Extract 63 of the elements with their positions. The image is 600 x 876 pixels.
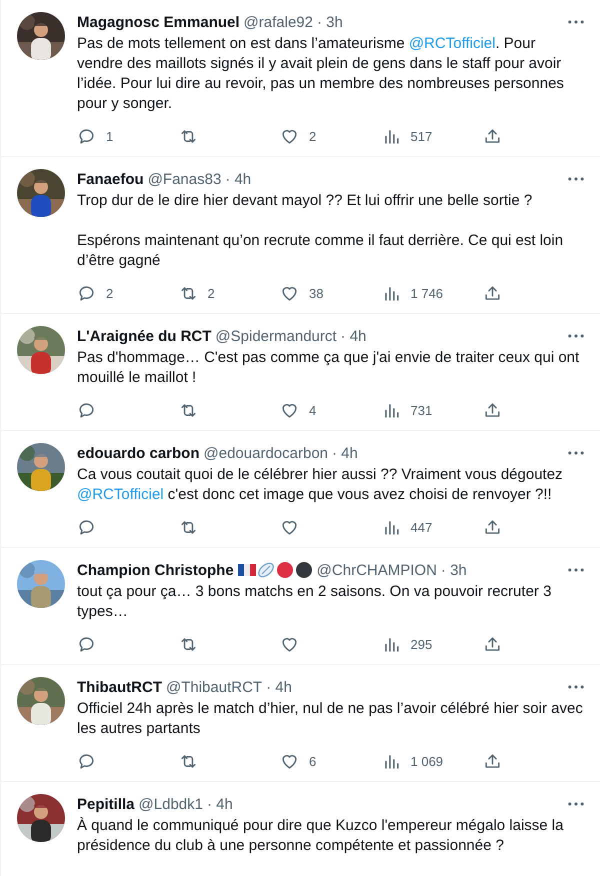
more-icon[interactable] <box>568 568 584 572</box>
timestamp[interactable]: · 3h <box>316 14 343 30</box>
share-icon[interactable] <box>483 752 502 770</box>
user-handle[interactable]: @Spidermandurct <box>215 328 337 344</box>
flag-icon <box>238 561 256 579</box>
author-name[interactable]: L'Araignée du RCT <box>77 328 212 344</box>
share-icon[interactable] <box>483 284 502 302</box>
tweet-text: tout ça pour ça… 3 bons matchs en 2 saisons. On va pouvoir recruter 3 types… <box>77 582 552 622</box>
share-icon[interactable] <box>483 518 502 536</box>
like-count: 4 <box>309 402 316 418</box>
reply-icon[interactable] <box>77 752 96 770</box>
more-icon[interactable] <box>568 334 584 338</box>
user-handle[interactable]: @edouardocarbon <box>204 444 328 462</box>
user-handle[interactable]: @rafale92 <box>244 14 313 30</box>
author-name[interactable]: Champion Christophe <box>77 562 234 578</box>
view-count: 295 <box>410 636 432 652</box>
share-icon[interactable] <box>483 126 502 146</box>
like-count: 2 <box>309 128 316 144</box>
share-icon[interactable] <box>483 400 502 420</box>
more-icon[interactable] <box>568 177 584 181</box>
timestamp[interactable]: · 4h <box>225 170 252 188</box>
more-icon[interactable] <box>568 20 584 24</box>
user-handle[interactable]: @Fanas83 <box>148 170 222 188</box>
reply-count: 2 <box>106 286 114 300</box>
reply-icon[interactable] <box>77 634 96 654</box>
share-icon[interactable] <box>483 634 502 654</box>
author-name[interactable]: ThibautRCT <box>77 678 162 696</box>
author-name[interactable]: edouardo carbon <box>77 444 200 462</box>
view-count: 447 <box>410 520 432 534</box>
timestamp[interactable]: · 4h <box>340 328 366 344</box>
tweet-text: Pas de mots tellement on est dans l’amateurisme @RCTofficiel. Pour vendre des maillots signés il y avait plein de gens dans le staff pour avoir l’idée. Pour lui dire au revoir, pas un membre des nombreuses personnes pour y songer. <box>77 34 565 114</box>
reply-icon[interactable] <box>77 126 96 146</box>
timestamp[interactable]: · 4h <box>266 678 292 696</box>
view-count: 1 069 <box>410 754 444 768</box>
reply-icon[interactable] <box>77 518 96 536</box>
more-icon[interactable] <box>568 685 584 689</box>
author-name[interactable]: Fanaefou <box>77 170 144 188</box>
more-icon[interactable] <box>568 451 584 455</box>
timestamp[interactable]: · 4h <box>332 444 358 462</box>
tweet-text: À quand le communiqué pour dire que Kuzco l'empereur mégalo laisse la présidence du club à une personne compétente et passionnée ? <box>77 816 564 856</box>
reply-count: 1 <box>106 128 114 144</box>
like-count: 6 <box>309 754 316 768</box>
timestamp[interactable]: · 4h <box>206 796 233 812</box>
rugby-ball-icon <box>256 561 275 579</box>
view-count: 731 <box>410 402 432 418</box>
view-count: 1 746 <box>410 286 444 300</box>
author-name[interactable]: Pepitilla <box>77 796 135 812</box>
user-handle[interactable]: @ChrCHAMPION <box>316 562 437 578</box>
tweet-text: Trop dur de le dire hier devant mayol ?? Et lui offrir une belle sortie ? <box>77 191 534 211</box>
author-name[interactable]: Magagnosc Emmanuel <box>77 14 240 30</box>
tweet-text: Pas d'hommage… C'est pas comme ça que j'ai envie de traiter ceux qui ont mouillé le maillot ! <box>77 348 580 388</box>
reply-icon[interactable] <box>77 284 96 302</box>
user-handle[interactable]: @ThibautRCT <box>166 678 262 696</box>
view-count: 517 <box>410 128 432 144</box>
tweet-text: Ca vous coutait quoi de le célébrer hier aussi ?? Vraiment vous dégoutez @RCTofficiel c'est donc cet image que vous avez choisi de renvoyer ?!! <box>77 465 564 505</box>
timestamp[interactable]: · 3h <box>440 562 467 578</box>
reply-icon[interactable] <box>77 400 96 420</box>
user-handle[interactable]: @Ldbdk1 <box>138 796 203 812</box>
like-count: 38 <box>309 286 324 300</box>
more-icon[interactable] <box>568 802 584 806</box>
tweet-text: Officiel 24h après le match d’hier, nul de ne pas l’avoir célébré hier soir avec les autres partants <box>77 699 584 739</box>
retweet-count: 2 <box>208 286 215 300</box>
tweet-text: Espérons maintenant qu’on recrute comme il faut derrière. Ce qui est loin d’être gagné <box>77 231 564 271</box>
